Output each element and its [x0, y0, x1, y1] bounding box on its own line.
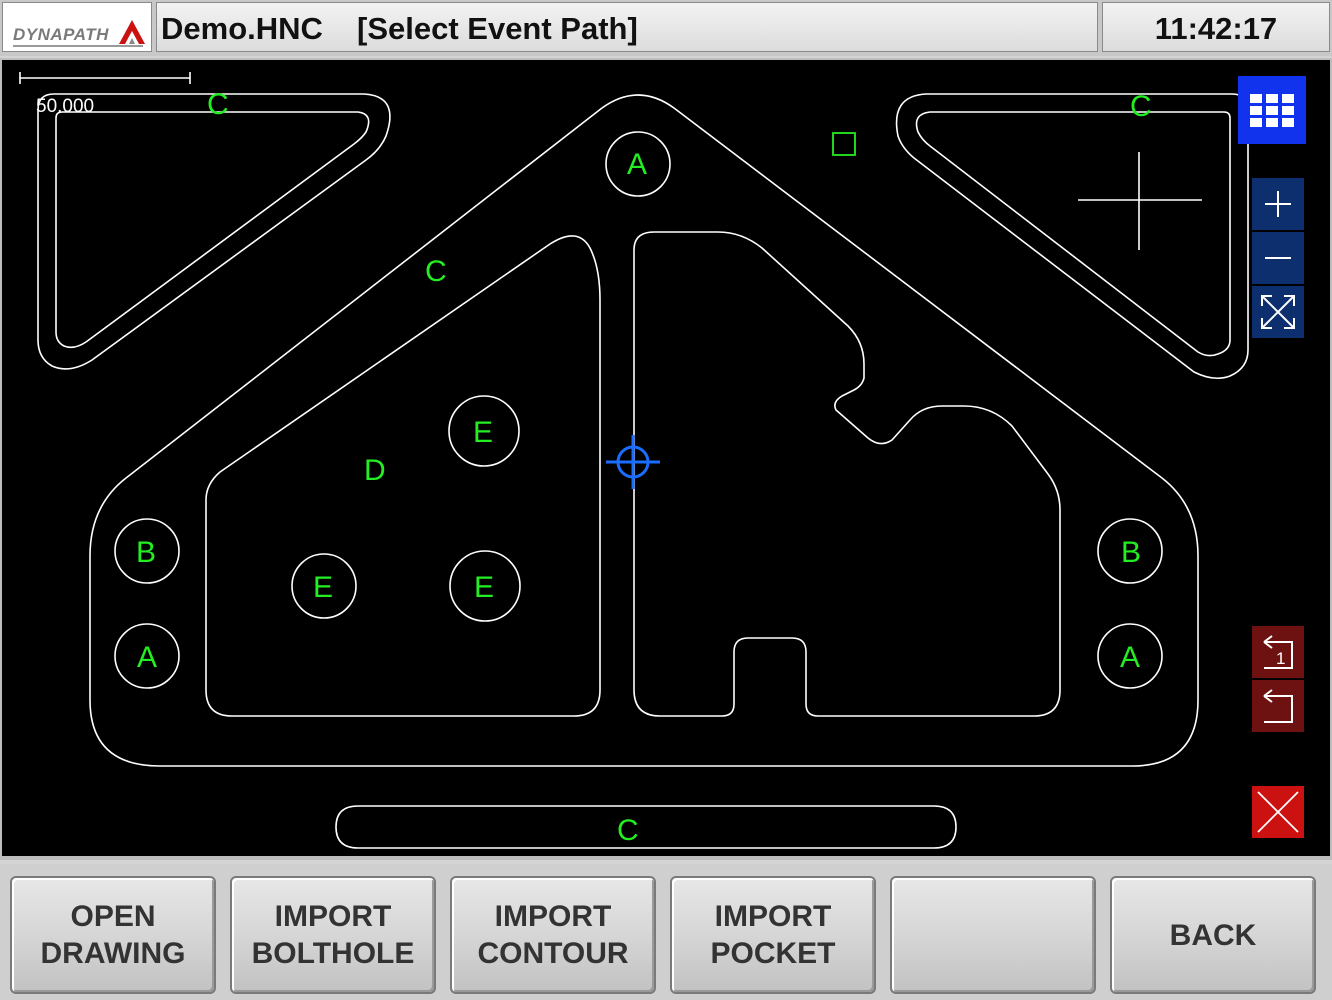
label-e-top: E [473, 416, 493, 449]
part-geometry[interactable]: 50.000 C C C C A A A B B D E E E [2, 60, 1330, 856]
label-c-top-left: C [207, 88, 229, 121]
contour-top-left-slot-inner [55, 111, 370, 349]
zoom-out-button[interactable] [1252, 232, 1304, 284]
entity-labels: C C C C A A A B B D E E E [136, 88, 1152, 847]
contour-top-right-slot [895, 93, 1249, 380]
scale-value: 50.000 [36, 96, 94, 117]
label-c-top-right: C [1130, 90, 1152, 123]
back-button[interactable]: BACK [1110, 876, 1316, 994]
zoom-in-button[interactable] [1252, 178, 1304, 230]
drawing-canvas[interactable]: 50.000 C C C C A A A B B D E E E 1 [2, 60, 1330, 856]
grid-menu-button[interactable] [1238, 76, 1306, 144]
undo-one-digit: 1 [1276, 649, 1285, 668]
label-e-left: E [313, 571, 333, 604]
logo-mountain-icon [119, 20, 145, 44]
pocket-right [633, 231, 1061, 717]
import-bolthole-button[interactable]: IMPORT BOLTHOLE [230, 876, 436, 994]
clock: 11:42:17 [1154, 11, 1278, 46]
import-contour-button[interactable]: IMPORT CONTOUR [450, 876, 656, 994]
mode-title: [Select Event Path] [357, 11, 638, 46]
blank-softkey[interactable] [890, 876, 1096, 994]
label-e-right: E [474, 571, 494, 604]
open-drawing-button[interactable]: OPEN DRAWING [10, 876, 216, 994]
undo-all-button[interactable] [1252, 680, 1304, 732]
softkey-bar: OPEN DRAWING IMPORT BOLTHOLE IMPORT CONT… [0, 864, 1332, 1000]
title-panel: Demo.HNC [Select Event Path] [156, 2, 1098, 52]
fit-view-button[interactable] [1252, 286, 1304, 338]
label-a-left: A [137, 641, 157, 674]
grid-menu-icon [1250, 94, 1294, 127]
undo-one-button[interactable]: 1 [1252, 626, 1304, 678]
contour-top-left-slot [37, 93, 391, 370]
selection-cursor-icon [606, 435, 660, 489]
dynapath-logo: DYNAPATH [2, 2, 152, 52]
contour-top-right-slot-inner [915, 111, 1231, 357]
drawing-frame: 50.000 C C C C A A A B B D E E E 1 [0, 58, 1332, 860]
label-b-right: B [1121, 536, 1141, 569]
cancel-button[interactable] [1252, 786, 1304, 838]
origin-cross [1078, 152, 1202, 250]
clock-panel: 11:42:17 [1102, 2, 1330, 52]
label-c-diagonal: C [425, 255, 447, 288]
start-point-marker [832, 132, 856, 156]
pocket-left [205, 235, 601, 717]
label-d-pocket: D [364, 454, 386, 487]
file-name: Demo.HNC [161, 11, 323, 46]
label-a-right: A [1120, 641, 1140, 674]
logo-text: DYNAPATH [13, 25, 109, 44]
contour-bottom-slot [335, 805, 957, 849]
label-c-bottom: C [617, 814, 639, 847]
title-bar: DYNAPATH Demo.HNC [Select Event Path] 11… [0, 0, 1332, 56]
scale-bar [19, 72, 191, 84]
label-a-top: A [627, 148, 647, 181]
label-b-left: B [136, 536, 156, 569]
import-pocket-button[interactable]: IMPORT POCKET [670, 876, 876, 994]
